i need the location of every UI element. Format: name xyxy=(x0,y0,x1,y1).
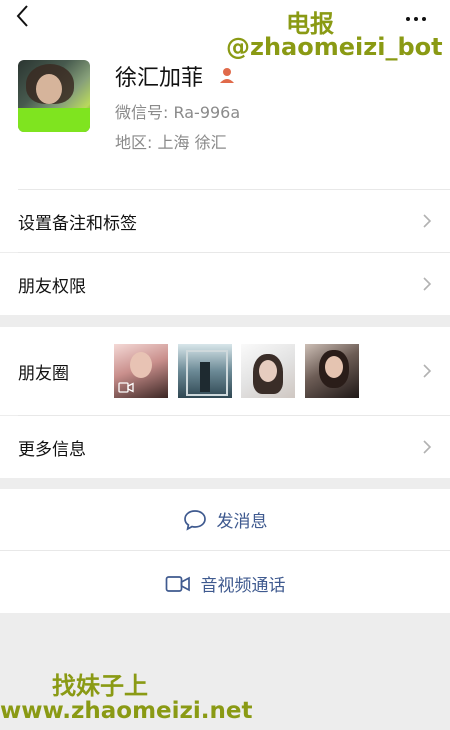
more-info-label: 更多信息 xyxy=(18,440,86,460)
profile-name: 徐汇加菲 xyxy=(115,66,204,91)
send-message-label: 发消息 xyxy=(216,512,268,532)
moments-label: 朋友圈 xyxy=(18,364,69,384)
moments-thumbnail[interactable] xyxy=(178,344,232,398)
remark-tags-label: 设置备注和标签 xyxy=(18,214,137,234)
back-icon[interactable] xyxy=(12,2,36,30)
wechat-id: 微信号: Ra-996a xyxy=(115,103,241,122)
chevron-right-icon xyxy=(422,213,432,229)
video-camera-icon xyxy=(118,382,134,393)
video-call-button[interactable]: 音视频通话 xyxy=(0,551,450,613)
chevron-right-icon xyxy=(422,363,432,379)
person-icon xyxy=(218,66,236,84)
watermark-website: www.zhaomeizi.net xyxy=(0,698,253,724)
send-message-button[interactable]: 发消息 xyxy=(0,489,450,550)
moments-thumbnail[interactable] xyxy=(305,344,359,398)
remark-tags-row[interactable]: 设置备注和标签 xyxy=(0,190,450,252)
video-call-label: 音视频通话 xyxy=(200,576,286,596)
moments-thumbnail[interactable] xyxy=(114,344,168,398)
more-icon[interactable] xyxy=(404,6,434,22)
chevron-right-icon xyxy=(422,276,432,292)
friend-permissions-label: 朋友权限 xyxy=(18,277,86,297)
region: 地区: 上海 徐汇 xyxy=(115,133,227,152)
chevron-right-icon xyxy=(422,439,432,455)
avatar[interactable] xyxy=(18,60,90,132)
video-camera-icon xyxy=(165,575,190,592)
chat-bubble-icon xyxy=(183,509,206,531)
more-info-row[interactable]: 更多信息 xyxy=(0,416,450,478)
moments-thumbnail[interactable] xyxy=(241,344,295,398)
watermark-bot-handle: @zhaomeizi_bot xyxy=(226,33,443,61)
friend-permissions-row[interactable]: 朋友权限 xyxy=(0,253,450,315)
watermark-find-girls: 找妹子上 xyxy=(52,672,148,700)
